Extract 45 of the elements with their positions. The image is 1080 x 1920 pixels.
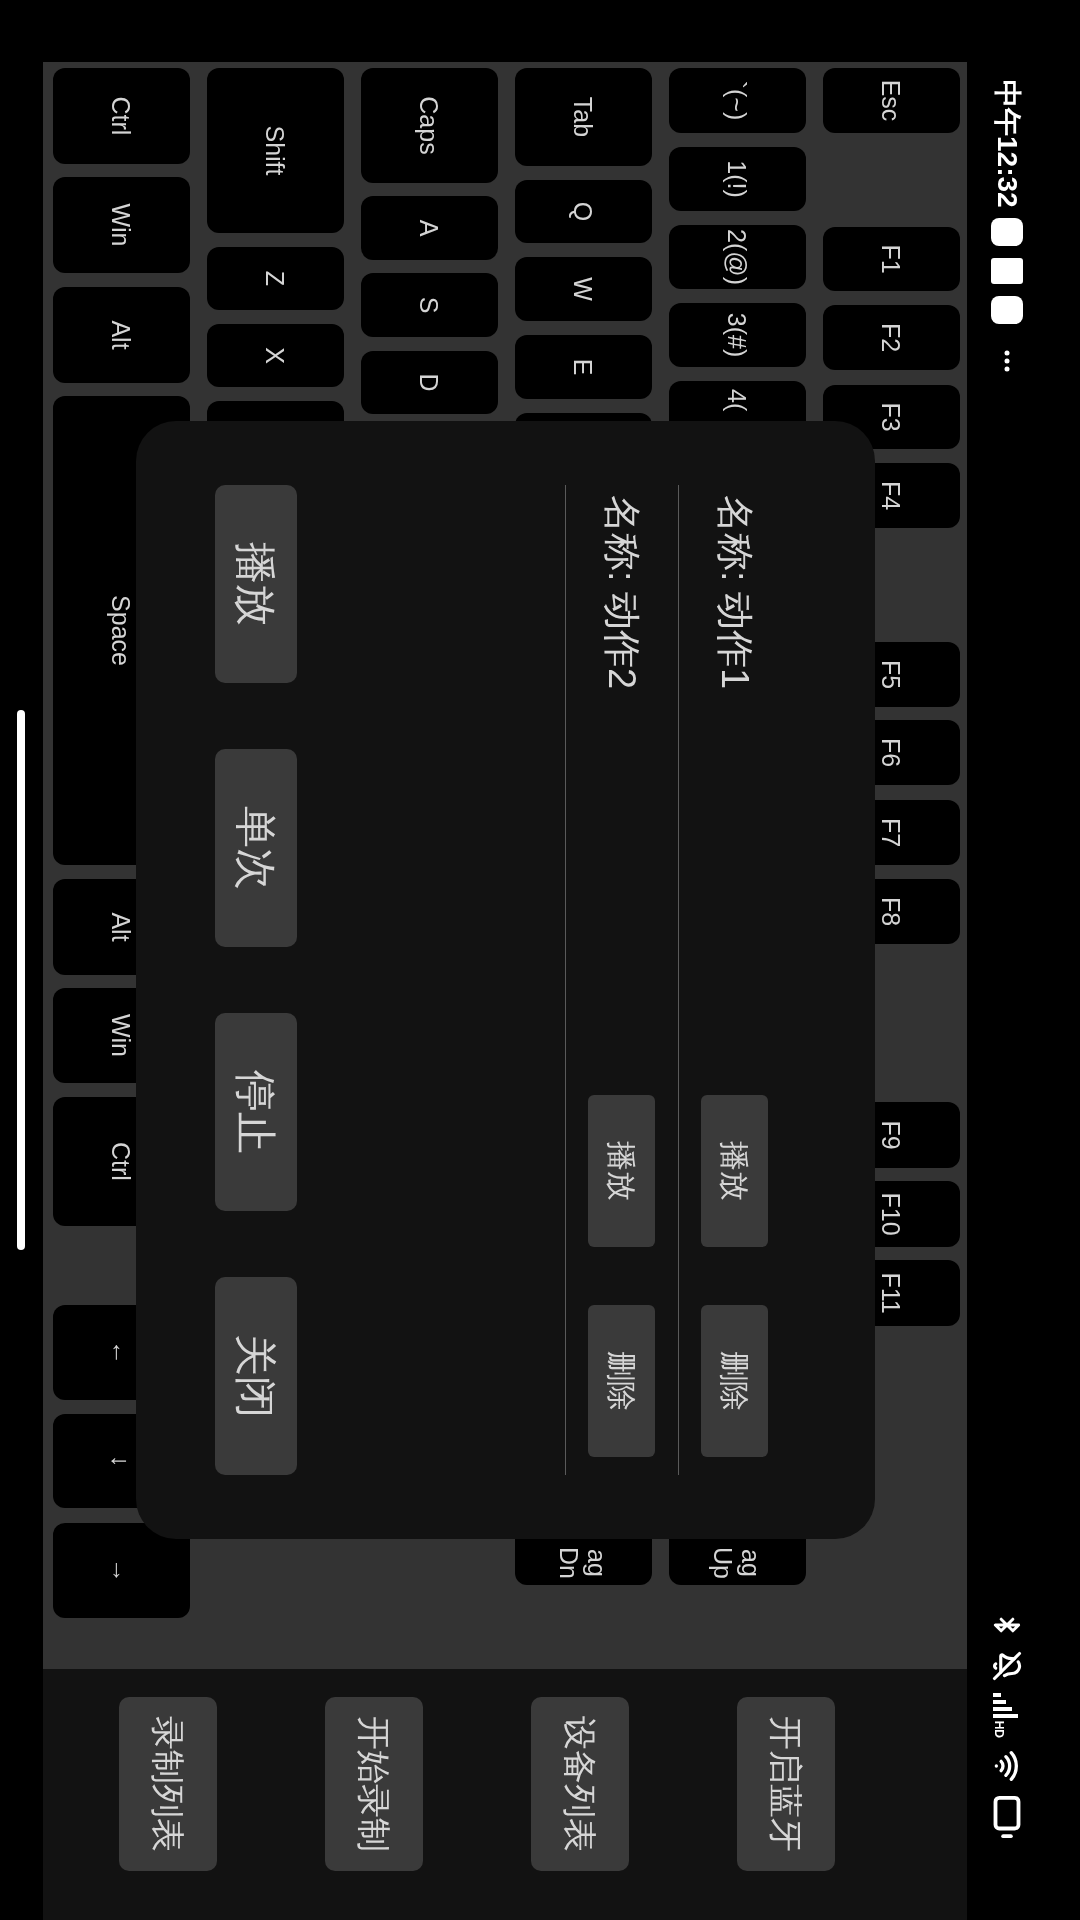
keyboard-key[interactable]: → xyxy=(53,1523,190,1618)
keyboard-key[interactable]: Win xyxy=(53,177,190,273)
more-icon xyxy=(1004,349,1010,372)
keyboard-key[interactable]: Q xyxy=(515,180,652,243)
recording-action-button[interactable]: 播放 xyxy=(588,1095,656,1247)
keyboard-key[interactable]: Ctrl xyxy=(53,68,190,164)
side-button[interactable]: 开启蓝牙 xyxy=(737,1697,835,1871)
dialog-button[interactable]: 播放 xyxy=(215,485,297,683)
keyboard-key[interactable]: S xyxy=(361,273,498,337)
keyboard-key[interactable]: Esc xyxy=(823,68,960,133)
keyboard-key[interactable]: E xyxy=(515,335,652,399)
keyboard-key[interactable]: D xyxy=(361,351,498,414)
signal-icon xyxy=(993,1692,1021,1719)
keyboard-key[interactable]: 2(@) xyxy=(669,225,806,289)
dialog-button[interactable]: 停止 xyxy=(215,1013,297,1211)
dialog-button[interactable]: 关闭 xyxy=(215,1277,297,1475)
side-button[interactable]: 设备列表 xyxy=(531,1697,629,1871)
notification-icon xyxy=(991,217,1023,246)
keyboard-key[interactable]: W xyxy=(515,257,652,321)
keyboard-key[interactable]: Alt xyxy=(53,287,190,383)
keyboard-key[interactable]: `(~) xyxy=(669,68,806,133)
keyboard-key[interactable]: Caps xyxy=(361,68,498,183)
network-label: HD xyxy=(993,1720,1005,1738)
keyboard-key[interactable]: 3(#) xyxy=(669,303,806,367)
keyboard-key[interactable]: X xyxy=(207,324,344,387)
keyboard-key[interactable]: 1(!) xyxy=(669,147,806,211)
recording-name: 名称: 动作2 xyxy=(600,495,645,690)
keyboard-key[interactable]: F2 xyxy=(823,305,960,370)
home-indicator[interactable] xyxy=(17,710,26,1250)
keyboard-key[interactable]: Z xyxy=(207,247,344,310)
notification-icon xyxy=(991,295,1023,324)
recording-action-button[interactable]: 删除 xyxy=(701,1305,769,1457)
dialog-button[interactable]: 单次 xyxy=(215,749,297,947)
muted-bell-icon xyxy=(992,1650,1022,1681)
recording-name: 名称: 动作1 xyxy=(713,495,758,690)
side-button[interactable]: 开始录制 xyxy=(325,1697,423,1871)
recording-action-button[interactable]: 播放 xyxy=(701,1095,769,1247)
keyboard-key[interactable]: Tab xyxy=(515,68,652,166)
status-time: 中午12:32 xyxy=(991,80,1024,208)
notification-icon xyxy=(991,257,1023,284)
keyboard-key[interactable]: A xyxy=(361,196,498,260)
side-button[interactable]: 录制列表 xyxy=(119,1697,217,1871)
keyboard-key[interactable]: Shift xyxy=(207,68,344,233)
keyboard-key[interactable]: F1 xyxy=(823,227,960,291)
recording-action-button[interactable]: 删除 xyxy=(588,1305,656,1457)
